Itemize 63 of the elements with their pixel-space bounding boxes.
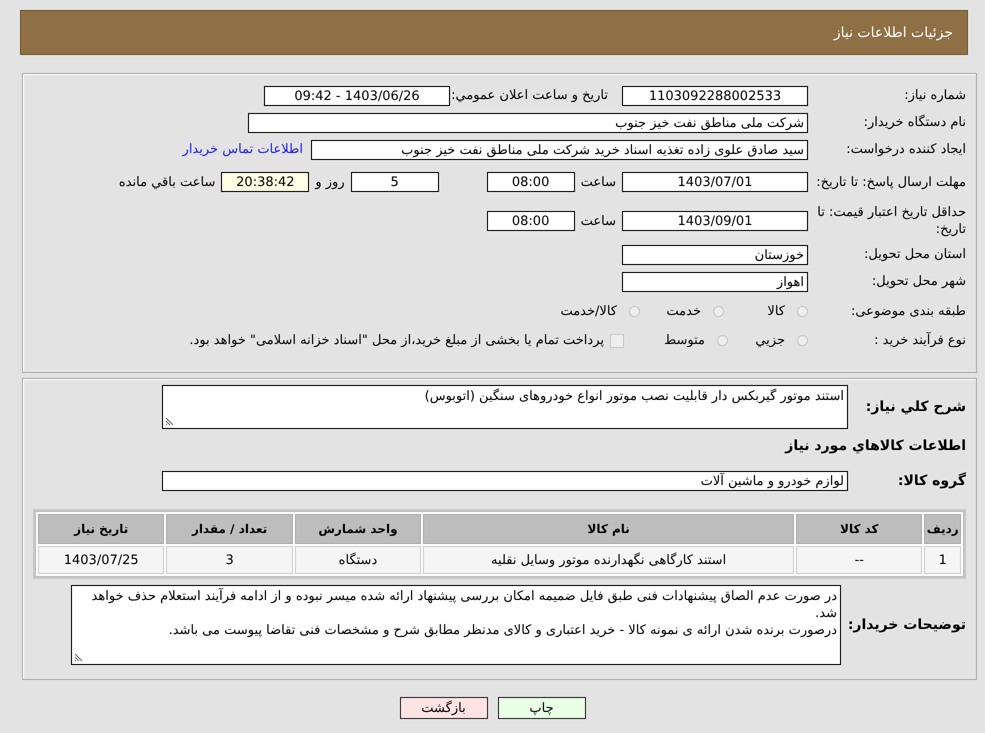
time-label: ساعت xyxy=(580,214,616,228)
radio-label: متوسط xyxy=(664,333,705,348)
time-label: ساعت xyxy=(580,174,616,190)
radio-button[interactable] xyxy=(797,306,808,316)
radio-label: کالا/خدمت xyxy=(560,304,617,318)
field-label: ایجاد کننده درخواست: xyxy=(845,141,966,158)
column-header: واحد شمارش xyxy=(294,514,422,544)
field-label: نوع فرآیند خرید : xyxy=(873,332,966,349)
remaining-label: ساعت باقي مانده xyxy=(118,174,216,190)
table-cell: -- xyxy=(796,546,922,574)
announce-date-field: 1403/06/26 - 09:42 xyxy=(264,86,450,106)
buyer-notes-field: در صورت عدم الصاق پیشنهادات فنی طبق فایل ضمیمه امکان بررسی پیشنهاد ارائه شده میسر نبوده و از ادامه فرآیند استعلام حذف خواهد شد. درصورت برنده شدن ارائه ی نمونه کالا - خرید اعتباری و کالای مدنظر مطابق شرح و مشخصات فنی تقاضا پیوست می باشد. xyxy=(71,585,841,665)
days-field: 5 xyxy=(350,172,439,192)
field-label: شماره نیاز: xyxy=(903,87,966,104)
radio-label: خدمت xyxy=(666,304,701,318)
column-header: تعداد / مقدار xyxy=(166,514,293,544)
radio-button[interactable] xyxy=(797,335,808,346)
city-field: اهواز xyxy=(622,272,808,292)
section-title: اطلاعات كالاهاي مورد نیاز xyxy=(785,438,966,454)
days-label: روز و xyxy=(315,174,345,190)
table-cell: دستگاه xyxy=(294,546,422,574)
radio-button[interactable] xyxy=(713,306,724,316)
field-label: حداقل تاریخ اعتبار قیمت: تا تاریخ: xyxy=(816,204,966,238)
checkbox[interactable] xyxy=(610,334,624,348)
goods-group-field: لوازم خودرو و ماشین آلات xyxy=(162,471,848,491)
payment-note: پرداخت تمام یا بخشی از مبلغ خرید،از محل "اسناد خزانه اسلامی" خواهد بود. xyxy=(189,333,604,348)
column-header: ردیف xyxy=(924,514,961,544)
column-header: تاریخ نیاز xyxy=(38,514,164,544)
validity-date-field: 1403/09/01 xyxy=(622,211,808,231)
column-header: کد کالا xyxy=(796,514,922,544)
table-cell: 1403/07/25 xyxy=(38,546,164,574)
deadline-date-field: 1403/07/01 xyxy=(622,172,808,192)
field-label: استان محل تحویل: xyxy=(863,246,966,263)
back-button[interactable]: بازگشت xyxy=(400,697,488,719)
radio-label: کالا xyxy=(767,304,785,318)
resize-grip-icon[interactable] xyxy=(165,417,174,426)
table-cell: 3 xyxy=(166,546,293,574)
field-label: شرح كلي نیاز: xyxy=(864,398,966,416)
remaining-time-field: 20:38:42 xyxy=(221,172,310,192)
requester-field: سید صادق علوی زاده تغذیه اسناد خرید شرکت ملی مناطق نفت خیز جنوب xyxy=(311,140,808,160)
field-label: تاریخ و ساعت اعلان عمومي: xyxy=(450,87,608,104)
print-button[interactable]: چاپ xyxy=(498,697,586,719)
validity-time-field: 08:00 xyxy=(486,211,575,231)
need-number-field: 1103092288002533 xyxy=(622,86,808,106)
field-label: گروه کالا: xyxy=(896,472,966,490)
province-field: خوزستان xyxy=(622,244,808,264)
page-title: جزئیات اطلاعات نیاز xyxy=(834,24,953,40)
field-label: مهلت ارسال پاسخ: تا تاریخ: xyxy=(815,174,966,190)
field-label: توضیحات خریدار: xyxy=(846,616,966,634)
deadline-time-field: 08:00 xyxy=(486,172,575,192)
buyer-name-field: شرکت ملی مناطق نفت خیز جنوب xyxy=(248,112,808,132)
radio-label: جزيي xyxy=(755,333,785,348)
field-label: نام دستگاه خریدار: xyxy=(862,114,966,131)
table-cell: استند کارگاهی نگهدارنده موتور وسایل نقلیه xyxy=(423,546,794,574)
resize-grip-icon[interactable] xyxy=(74,653,83,662)
table-cell: 1 xyxy=(924,546,961,574)
description-field: استند موتور گیربکس دار قابلیت نصب موتور انواع خودروهای سنگین (اتوبوس) xyxy=(162,385,848,429)
radio-button[interactable] xyxy=(629,306,640,316)
buyer-contact-link[interactable]: اطلاعات تماس خریدار xyxy=(182,142,303,157)
field-label: طبقه بندی موضوعی: xyxy=(850,302,966,320)
column-header: نام کالا xyxy=(423,514,794,544)
radio-button[interactable] xyxy=(717,335,728,346)
field-label: شهر محل تحویل: xyxy=(870,273,966,290)
